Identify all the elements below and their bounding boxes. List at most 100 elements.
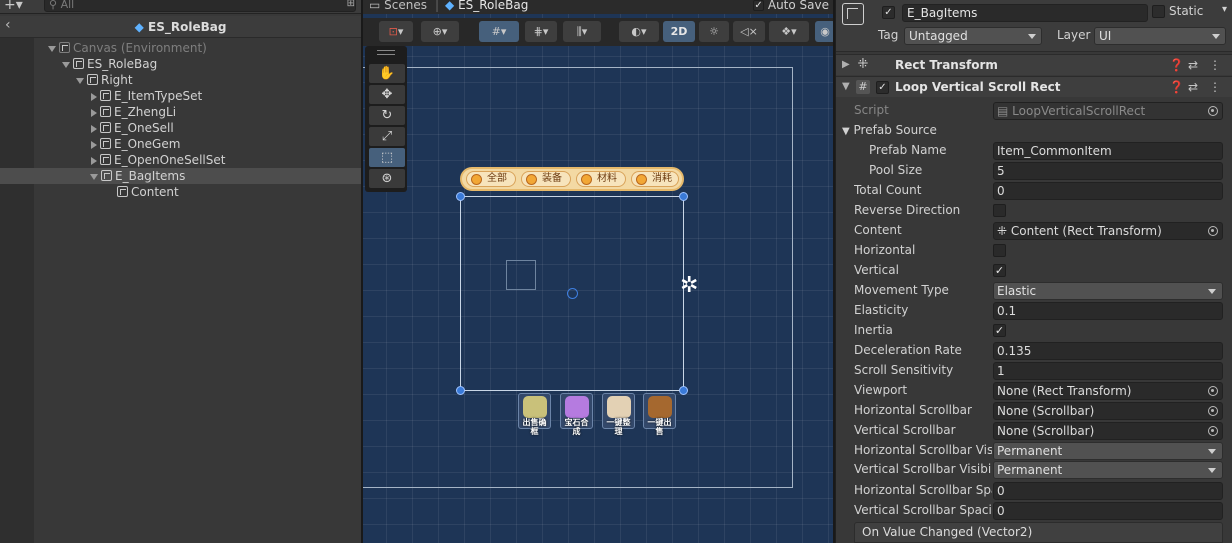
preset-icon[interactable]: ⇄ <box>1188 77 1198 97</box>
gizmo-toggle-button[interactable]: ⊡▾ <box>379 21 413 42</box>
rect-tool-button[interactable]: ⬚ <box>369 148 405 167</box>
hand-tool-button[interactable]: ✋ <box>369 64 405 83</box>
expand-arrow-icon[interactable]: ▼ <box>842 126 850 137</box>
resize-handle-bottom-right[interactable] <box>679 386 688 395</box>
object-name-field[interactable]: E_BagItems <box>902 4 1148 22</box>
preset-icon[interactable]: ⇄ <box>1188 55 1198 75</box>
auto-sort-button[interactable]: 一键整理 <box>602 393 635 436</box>
resize-handle-bottom-left[interactable] <box>456 386 465 395</box>
one-click-sell-button[interactable]: 一键出售 <box>643 393 676 436</box>
tree-item[interactable]: Right <box>34 72 361 88</box>
gem-combine-button[interactable]: 宝石合成 <box>560 393 593 436</box>
horizontal-scrollbar-visibility-dropdown[interactable]: Permanent <box>993 442 1223 460</box>
object-picker-icon[interactable] <box>1208 426 1218 436</box>
tree-item[interactable]: E_OneGem <box>34 136 361 152</box>
total-count-field[interactable]: 0 <box>993 182 1223 200</box>
scale-tool-button[interactable]: ⤢ <box>369 127 405 146</box>
lock-icon[interactable]: ⊞ <box>347 0 355 9</box>
tab-equipment-button[interactable]: 装备 <box>521 171 571 187</box>
tree-item[interactable]: E_ZhengLi <box>34 104 361 120</box>
effects-button[interactable]: ❖▾ <box>769 21 809 42</box>
auto-save-toggle[interactable]: ✓ Auto Save <box>753 0 829 12</box>
add-icon[interactable]: +▾ <box>4 0 23 13</box>
audio-button[interactable]: ◁× <box>733 21 765 42</box>
global-toggle-button[interactable]: ⊕▾ <box>421 21 459 42</box>
horizontal-scrollbar-field[interactable]: None (Scrollbar) <box>993 402 1223 420</box>
tab-consumables-button[interactable]: 消耗 <box>631 171 679 187</box>
hierarchy-search-input[interactable]: ⚲ All <box>44 0 356 12</box>
prefab-name-field[interactable]: Item_CommonItem <box>993 142 1223 160</box>
tag-dropdown[interactable]: Untagged <box>904 27 1042 45</box>
on-value-changed-event[interactable]: On Value Changed (Vector2) <box>854 522 1223 543</box>
tab-scenes[interactable]: ▭ Scenes <box>369 0 427 12</box>
component-rect-transform[interactable]: ▶ ⁜ Rect Transform ❓ ⇄ ⋮ <box>836 54 1232 75</box>
ruler-button[interactable]: ⫼▾ <box>563 21 601 42</box>
pivot-handle[interactable] <box>567 288 578 299</box>
move-tool-button[interactable]: ✥ <box>369 85 405 104</box>
expand-arrow-icon[interactable] <box>76 77 84 84</box>
tab-all-button[interactable]: 全部 <box>466 171 516 187</box>
content-field[interactable]: ⁜ Content (Rect Transform) <box>993 222 1223 240</box>
tree-item[interactable]: Canvas (Environment) <box>34 40 361 56</box>
tree-item-selected[interactable]: E_BagItems <box>0 168 361 184</box>
component-enabled-checkbox[interactable]: ✓ <box>876 81 889 94</box>
scroll-sensitivity-field[interactable]: 1 <box>993 362 1223 380</box>
pool-size-field[interactable]: 5 <box>993 162 1223 180</box>
draw-mode-button[interactable]: ◐▾ <box>619 21 659 42</box>
more-options-icon[interactable]: ⋮ <box>1209 77 1221 97</box>
more-options-icon[interactable]: ⋮ <box>1209 55 1221 75</box>
tree-item[interactable]: E_OpenOneSellSet <box>34 152 361 168</box>
object-picker-icon[interactable] <box>1208 386 1218 396</box>
resize-handle-top-left[interactable] <box>456 192 465 201</box>
help-icon[interactable]: ❓ <box>1169 77 1184 97</box>
component-loop-vertical-scroll-rect[interactable]: ▼ # ✓ Loop Vertical Scroll Rect ❓ ⇄ ⋮ <box>836 76 1232 97</box>
object-picker-icon[interactable] <box>1208 406 1218 416</box>
object-picker-icon[interactable] <box>1208 226 1218 236</box>
vertical-scrollbar-spacing-field[interactable]: 0 <box>993 502 1223 520</box>
horizontal-checkbox[interactable] <box>993 244 1006 257</box>
collapse-arrow-icon[interactable] <box>91 140 97 149</box>
movement-type-dropdown[interactable]: Elastic <box>993 282 1223 300</box>
sell-confirm-button[interactable]: 出售确框 <box>518 393 551 436</box>
static-checkbox[interactable] <box>1152 5 1165 18</box>
tab-materials-button[interactable]: 材料 <box>576 171 626 187</box>
visibility-button[interactable]: ◉ <box>815 21 833 42</box>
viewport-field[interactable]: None (Rect Transform) <box>993 382 1223 400</box>
collapse-arrow-icon[interactable] <box>91 156 97 165</box>
lighting-button[interactable]: ☼ <box>699 21 729 42</box>
inertia-checkbox[interactable]: ✓ <box>993 324 1006 337</box>
tree-item[interactable]: Content <box>34 184 361 200</box>
grid-snap-button[interactable]: #▾ <box>479 21 519 42</box>
active-checkbox[interactable]: ✓ <box>882 6 895 19</box>
mode-2d-button[interactable]: 2D <box>663 21 695 42</box>
collapse-arrow-icon[interactable]: ▶ <box>842 55 850 75</box>
scene-view[interactable]: ▭ Scenes | ◆ ES_RoleBag ✓ Auto Save ⊡▾ ⊕… <box>363 0 833 543</box>
help-icon[interactable]: ❓ <box>1169 55 1184 75</box>
layer-dropdown[interactable]: UI <box>1094 27 1226 45</box>
rotate-tool-button[interactable]: ↻ <box>369 106 405 125</box>
tree-item[interactable]: E_OneSell <box>34 120 361 136</box>
vertical-scrollbar-field[interactable]: None (Scrollbar) <box>993 422 1223 440</box>
increment-snap-button[interactable]: ⋕▾ <box>525 21 557 42</box>
reverse-direction-checkbox[interactable] <box>993 204 1006 217</box>
collapse-arrow-icon[interactable] <box>91 108 97 117</box>
horizontal-scrollbar-spacing-field[interactable]: 0 <box>993 482 1223 500</box>
resize-handle-top-right[interactable] <box>679 192 688 201</box>
tab-es-rolebag[interactable]: ◆ ES_RoleBag <box>445 0 528 12</box>
deceleration-rate-field[interactable]: 0.135 <box>993 342 1223 360</box>
auto-save-checkbox[interactable]: ✓ <box>753 0 765 11</box>
expand-arrow-icon[interactable] <box>62 61 70 68</box>
tree-item[interactable]: ES_RoleBag <box>34 56 361 72</box>
vertical-checkbox[interactable]: ✓ <box>993 264 1006 277</box>
vertical-scrollbar-visibility-dropdown[interactable]: Permanent <box>993 461 1223 479</box>
drag-handle-icon[interactable] <box>377 50 395 55</box>
expand-arrow-icon[interactable] <box>48 45 56 52</box>
static-dropdown-arrow-icon[interactable]: ▾ <box>1222 4 1227 15</box>
collapse-arrow-icon[interactable] <box>91 124 97 133</box>
expand-arrow-icon[interactable]: ▼ <box>842 77 850 97</box>
anchor-icon[interactable]: ✲ <box>680 275 702 297</box>
expand-arrow-icon[interactable] <box>90 173 98 180</box>
elasticity-field[interactable]: 0.1 <box>993 302 1223 320</box>
collapse-arrow-icon[interactable] <box>91 92 97 101</box>
tree-item[interactable]: E_ItemTypeSet <box>34 88 361 104</box>
